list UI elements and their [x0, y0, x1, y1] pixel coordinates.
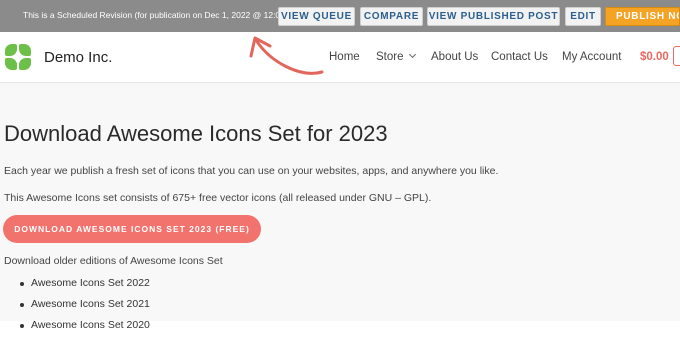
chevron-down-icon	[408, 50, 416, 59]
nav-about-us[interactable]: About Us	[431, 51, 478, 63]
nav-store-label: Store	[376, 51, 404, 63]
details-text: This Awesome Icons set consists of 675+ …	[4, 192, 432, 204]
intro-text: Each year we publish a fresh set of icon…	[4, 165, 499, 177]
revision-message: This is a Scheduled Revision (for public…	[23, 10, 305, 20]
download-button[interactable]: DOWNLOAD AWESOME ICONS SET 2023 (FREE)	[3, 215, 261, 243]
nav-home[interactable]: Home	[329, 51, 360, 63]
list-item[interactable]: Awesome Icons Set 2022	[20, 277, 150, 298]
list-item[interactable]: Awesome Icons Set 2020	[20, 319, 150, 340]
main-content: Download Awesome Icons Set for 2023 Each…	[0, 83, 680, 331]
view-published-post-button[interactable]: VIEW PUBLISHED POST	[427, 7, 560, 26]
page-title: Download Awesome Icons Set for 2023	[4, 121, 388, 146]
site-header: Demo Inc. Home Store About Us Contact Us…	[0, 32, 680, 83]
older-editions-heading: Download older editions of Awesome Icons…	[4, 255, 223, 267]
older-editions-list: Awesome Icons Set 2022 Awesome Icons Set…	[20, 277, 150, 340]
nav-contact-us[interactable]: Contact Us	[491, 51, 548, 63]
list-item[interactable]: Awesome Icons Set 2021	[20, 298, 150, 319]
nav-store[interactable]: Store	[376, 50, 416, 63]
cart-icon[interactable]	[673, 46, 680, 66]
publish-now-button[interactable]: PUBLISH NOW	[605, 7, 680, 26]
compare-button[interactable]: COMPARE	[360, 7, 423, 26]
edit-button[interactable]: EDIT	[565, 7, 601, 26]
nav-my-account[interactable]: My Account	[562, 51, 621, 63]
scheduled-revision-bar: This is a Scheduled Revision (for public…	[0, 0, 680, 32]
view-queue-button[interactable]: VIEW QUEUE	[278, 7, 355, 26]
site-title[interactable]: Demo Inc.	[44, 49, 112, 66]
cart-total[interactable]: $0.00	[640, 51, 669, 63]
logo-icon[interactable]	[5, 44, 32, 71]
